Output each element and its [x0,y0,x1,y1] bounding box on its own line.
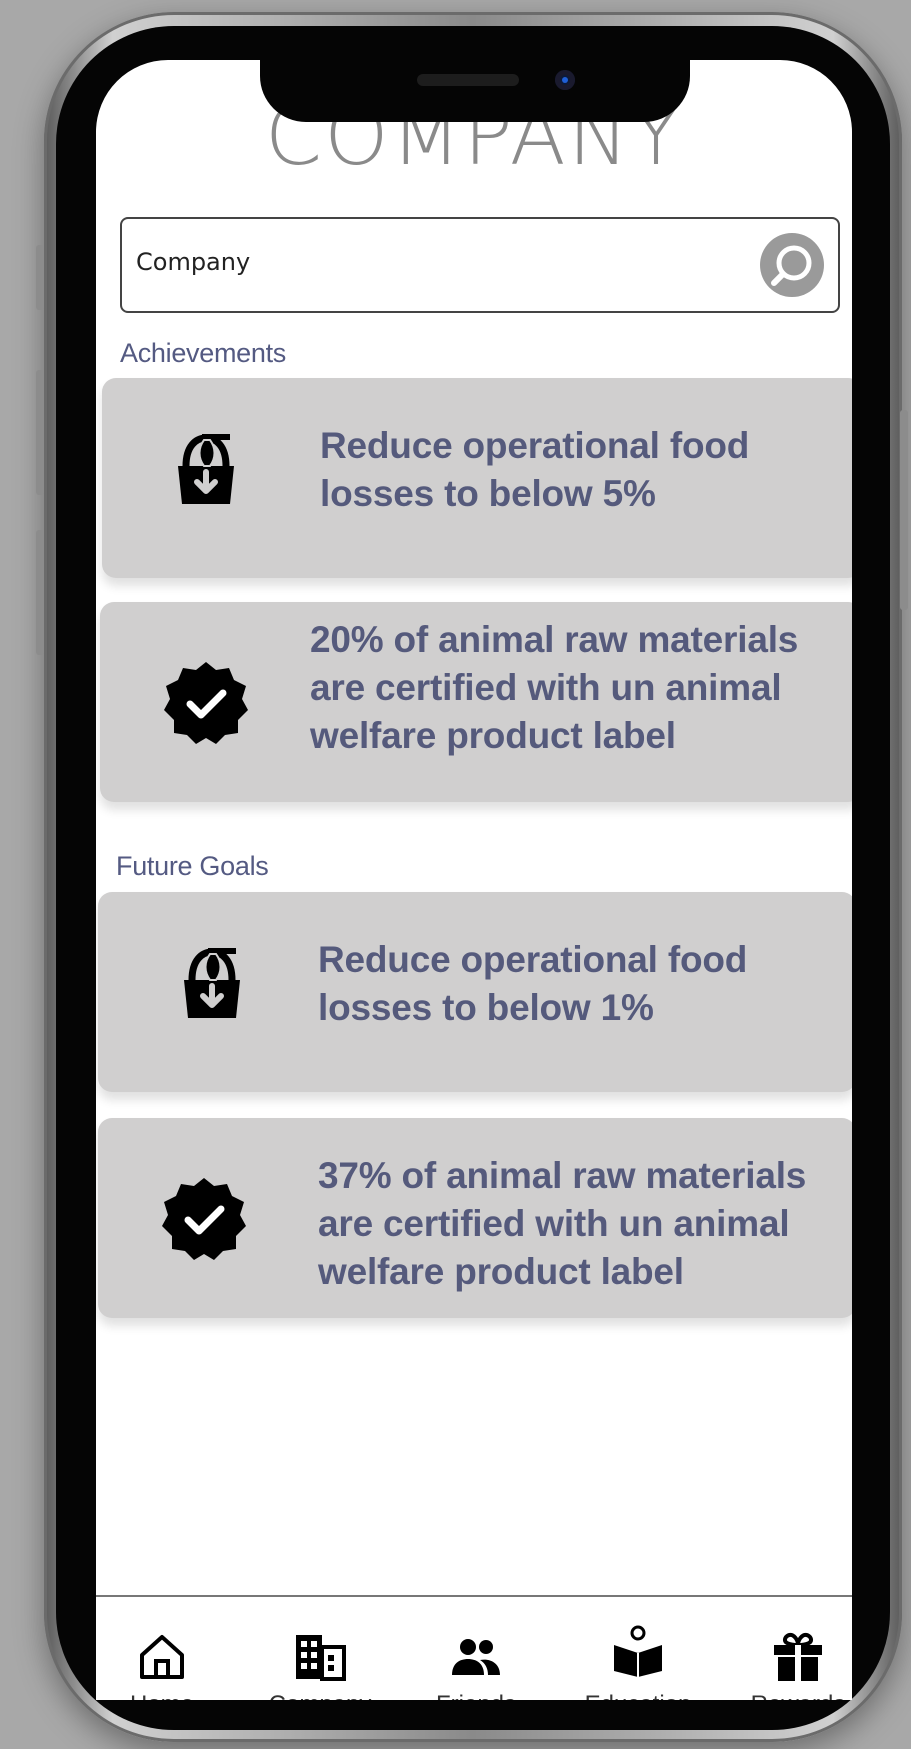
card-text: 37% of animal raw materials are certifie… [318,1155,807,1292]
people-icon [452,1639,500,1675]
home-icon [140,1635,184,1679]
goal-card: 37% of animal raw materials are certifie… [98,1118,852,1318]
volume-up-button [36,245,44,310]
search-bar [120,217,840,313]
goal-card: Reduce operational food losses to below … [98,892,852,1092]
section-label-achievements: Achievements [120,338,286,368]
nav-label: Education [568,1691,708,1700]
volume-down-button [36,370,44,495]
app-screen: COMPANY Achievements Reduce operational … [96,60,852,1700]
book-reader-icon [614,1625,662,1677]
nav-item-education[interactable]: Education [568,1597,708,1700]
nav-label: Home [96,1691,232,1700]
building-icon [296,1635,346,1681]
nav-item-company[interactable]: Company [250,1597,390,1700]
front-camera [555,70,575,90]
card-text: Reduce operational food losses to below … [318,939,748,1028]
nav-item-friends[interactable]: Friends [406,1597,546,1700]
basket-download-icon [178,434,234,504]
card-text: Reduce operational food losses to below … [320,425,750,514]
section-label-future-goals: Future Goals [116,851,269,881]
speaker-grille [417,74,519,86]
notch [260,60,690,122]
search-input[interactable] [134,247,698,277]
nav-item-rewards[interactable]: Rewards [728,1597,852,1700]
card-text: 20% of animal raw materials are certifie… [310,619,799,756]
gift-icon [774,1632,822,1681]
verified-badge-icon [164,662,248,744]
power-button [900,410,908,610]
silent-switch [36,530,44,655]
nav-label: Company [250,1691,390,1700]
basket-download-icon [184,948,240,1018]
nav-label: Rewards [728,1691,852,1700]
bottom-nav: Home Company [96,1595,852,1700]
search-button[interactable] [760,233,824,297]
achievement-card: 20% of animal raw materials are certifie… [100,602,852,802]
nav-item-home[interactable]: Home [96,1597,232,1700]
search-icon [771,245,812,286]
verified-badge-icon [162,1178,246,1260]
achievement-card: Reduce operational food losses to below … [102,378,852,578]
nav-label: Friends [406,1691,546,1700]
